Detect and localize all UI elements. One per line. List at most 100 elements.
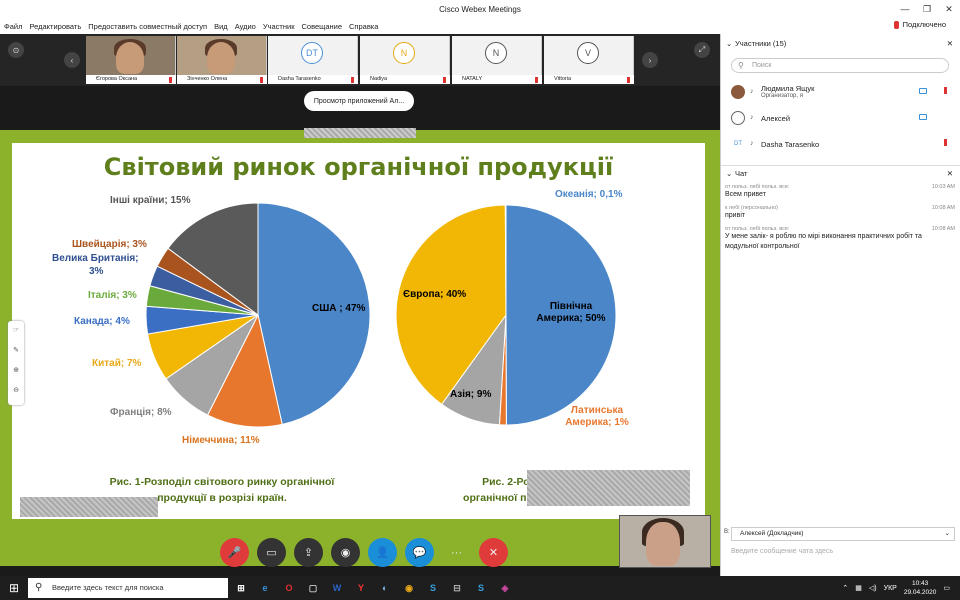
more-button[interactable]: ··· [442,538,471,567]
avatar: N [485,42,507,64]
chrome-icon[interactable]: ◉ [400,578,418,598]
window-title: Cisco Webex Meetings [439,4,521,14]
content-stage: ⊙ ‹ › ⤢ Єгорова Оксана Зінченко Олена DT… [0,34,720,576]
leave-button[interactable]: ✕ [479,538,508,567]
mic-muted-icon [169,77,172,83]
volume-icon[interactable]: ◁) [869,584,877,592]
chat-message: от польз. лебі польз. все: 10:03 AM Всем … [725,184,955,198]
mute-button[interactable]: 🎤 [220,538,249,567]
chevron-down-icon: ⌄ [726,169,733,178]
menu-help[interactable]: Справка [349,22,378,31]
participant-row[interactable]: DT ♪ Dasha Tarasenko [721,131,960,157]
shared-slide: Світовий ринок органічної продукції США … [12,143,705,519]
browser-icon[interactable]: ◐ [376,578,394,598]
close-icon[interactable]: ✕ [947,36,953,52]
menu-share[interactable]: Предоставить совместный доступ [88,22,207,31]
record-button[interactable]: ◉ [331,538,360,567]
menu-edit[interactable]: Редактировать [29,22,81,31]
files-icon[interactable]: ⊟ [448,578,466,598]
self-view-video[interactable] [619,515,711,568]
close-button[interactable]: ✕ [938,0,960,18]
maximize-button[interactable]: ❐ [916,0,938,18]
side-panel: ⌄ Участники (15) ✕ ⚲ Поиск ♪ Людмила Ящу… [720,34,960,576]
mic-muted-icon [260,77,263,83]
pie2-label-north-america: Північна Америка; 50% [536,301,606,324]
participant-thumbnail[interactable]: N Nadiya [360,36,450,84]
pointer-icon[interactable]: ☞ [8,321,24,341]
pen-icon[interactable]: ✎ [8,341,24,361]
pie1-label-canada: Канада; 4% [74,316,130,327]
pie2-label-europe: Європа; 40% [403,289,467,300]
word-icon[interactable]: W [328,578,346,598]
avatar: DT [301,42,323,64]
participant-thumbnail[interactable]: Єгорова Оксана [86,36,176,84]
zoom-in-icon[interactable]: ⊕ [8,361,24,381]
app-icon[interactable]: S [472,578,490,598]
avatar: N [393,42,415,64]
participants-header[interactable]: ⌄ Участники (15) ✕ [721,36,960,52]
meeting-controls: 🎤 ▭ ⇪ ◉ 👤 💬 ··· ✕ [220,538,508,568]
webex-icon[interactable]: ◈ [496,578,514,598]
clock[interactable]: 10:43 29.04.2020 [904,579,937,597]
redacted-area [527,470,690,506]
participant-thumbnail[interactable]: N NATALY [452,36,542,84]
pie2-label-latin-america: Латинська Америка; 1% [565,405,629,428]
participant-row[interactable]: ♪ Людмила Ящук Организатор, я [721,79,960,105]
scroll-left-icon[interactable]: ‹ [64,52,80,68]
share-button[interactable]: ⇪ [294,538,323,567]
menu-file[interactable]: Файл [4,22,22,31]
participants-button[interactable]: 👤 [368,538,397,567]
menu-view[interactable]: Вид [214,22,228,31]
language-indicator[interactable]: УКР [884,585,897,592]
chat-input[interactable]: Введите сообщение чата здесь [731,548,833,555]
pie1-label-switzerland: Швейцарія; 3% [72,239,147,250]
mic-muted-icon [627,77,630,83]
mic-muted-icon [443,77,446,83]
participant-search-input[interactable]: ⚲ Поиск [731,58,949,73]
title-bar: Cisco Webex Meetings — ❐ ✕ [0,0,960,18]
menu-meeting[interactable]: Совещание [301,22,342,31]
participant-row[interactable]: ♪ Алексей [721,105,960,131]
view-applications-button[interactable]: Просмотр приложений Ал... [304,91,414,111]
participant-thumbnail[interactable]: Зінченко Олена [177,36,267,84]
chat-button[interactable]: 💬 [405,538,434,567]
video-button[interactable]: ▭ [257,538,286,567]
tray-arrow-icon[interactable]: ⌃ [842,584,848,592]
mic-muted-icon [351,77,354,83]
chat-message: от польз. лебі польз. все: 10:08 AM У мен… [725,226,955,250]
yandex-icon[interactable]: Y [352,578,370,598]
search-icon: ⚲ [738,61,744,70]
avatar [646,522,680,566]
windows-start-icon[interactable]: ⊞ [4,578,24,598]
pie1-label-china: Китай; 7% [92,358,142,369]
chat-header[interactable]: ⌄ Чат ✕ [721,165,960,181]
webex-window: Cisco Webex Meetings — ❐ ✕ Файл Редактир… [0,0,960,576]
pie2-label-oceania: Океанія; 0,1% [555,189,623,200]
participant-thumbnail[interactable]: V Vittoria [544,36,634,84]
close-icon[interactable]: ✕ [947,166,953,182]
mic-icon: ♪ [750,114,754,121]
zoom-out-icon[interactable]: ⊖ [8,381,24,401]
chat-recipient-select[interactable]: Алексей (Докладчик) ⌄ [731,527,955,541]
chevron-down-icon: ⌄ [944,530,950,537]
participant-thumbnail[interactable]: DT Dasha Tarasenko [268,36,358,84]
skype-icon[interactable]: S [424,578,442,598]
menu-audio[interactable]: Аудио [235,22,256,31]
notifications-icon[interactable]: ▭ [943,584,950,592]
to-label: В: [724,529,730,535]
edge-icon[interactable]: e [256,578,274,598]
scroll-right-icon[interactable]: › [642,52,658,68]
minimize-button[interactable]: — [894,0,916,18]
shared-slide-frame: Світовий ринок органічної продукції США … [0,130,720,566]
camera-icon [919,114,927,120]
avatar: V [577,42,599,64]
taskbar-search-input[interactable]: ⚲ Введите здесь текст для поиска [28,578,228,598]
signal-icon [893,20,899,29]
menu-participant[interactable]: Участник [263,22,295,31]
network-icon[interactable]: ▦ [855,584,862,592]
expand-icon[interactable]: ⤢ [694,42,710,58]
opera-icon[interactable]: O [280,578,298,598]
task-view-icon[interactable]: ⊞ [232,578,250,598]
layout-icon[interactable]: ⊙ [8,42,24,58]
window-icon[interactable]: ▢ [304,578,322,598]
